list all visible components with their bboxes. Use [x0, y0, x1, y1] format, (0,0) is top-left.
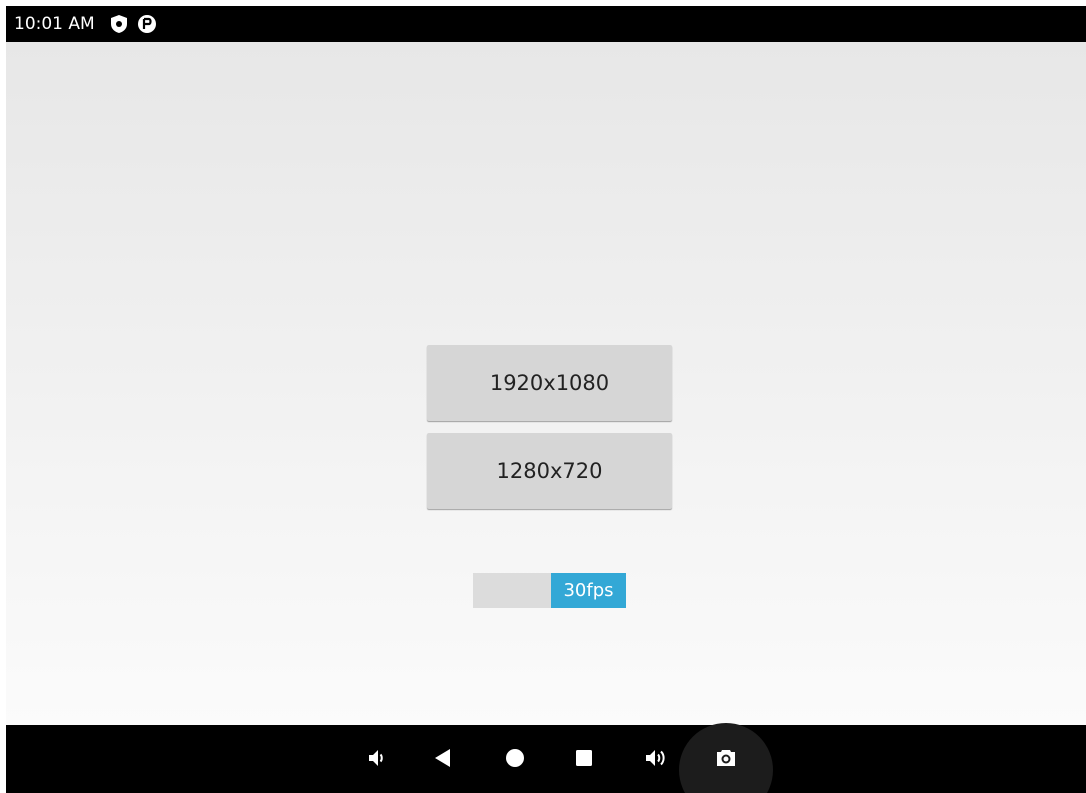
main-content: 1920x1080 1280x720 30fps	[6, 42, 1086, 725]
screenshot-icon	[714, 746, 738, 774]
status-bar: 10:01 AM	[6, 6, 1086, 42]
shield-icon	[109, 14, 129, 34]
volume-up-icon	[643, 745, 669, 771]
resolution-1920x1080-button[interactable]: 1920x1080	[427, 345, 672, 421]
home-button[interactable]	[490, 733, 540, 783]
navigation-bar	[6, 723, 1086, 793]
fps-label: 30fps	[563, 580, 614, 601]
volume-down-icon	[364, 746, 388, 770]
volume-down-button[interactable]	[351, 733, 401, 783]
volume-up-button[interactable]	[631, 733, 681, 783]
device-screen: 10:01 AM 1920x1080 1280x720 30fps	[6, 6, 1086, 793]
screenshot-button[interactable]	[679, 723, 773, 793]
recents-button[interactable]	[559, 733, 609, 783]
back-button[interactable]	[418, 733, 468, 783]
status-time: 10:01 AM	[14, 14, 95, 34]
fps-toggle[interactable]: 30fps	[473, 573, 626, 608]
back-icon	[431, 746, 455, 770]
data-saver-icon	[137, 14, 157, 34]
recents-icon	[572, 746, 596, 770]
home-icon	[503, 746, 527, 770]
resolution-1280x720-button[interactable]: 1280x720	[427, 433, 672, 509]
fps-toggle-thumb[interactable]: 30fps	[551, 573, 626, 608]
